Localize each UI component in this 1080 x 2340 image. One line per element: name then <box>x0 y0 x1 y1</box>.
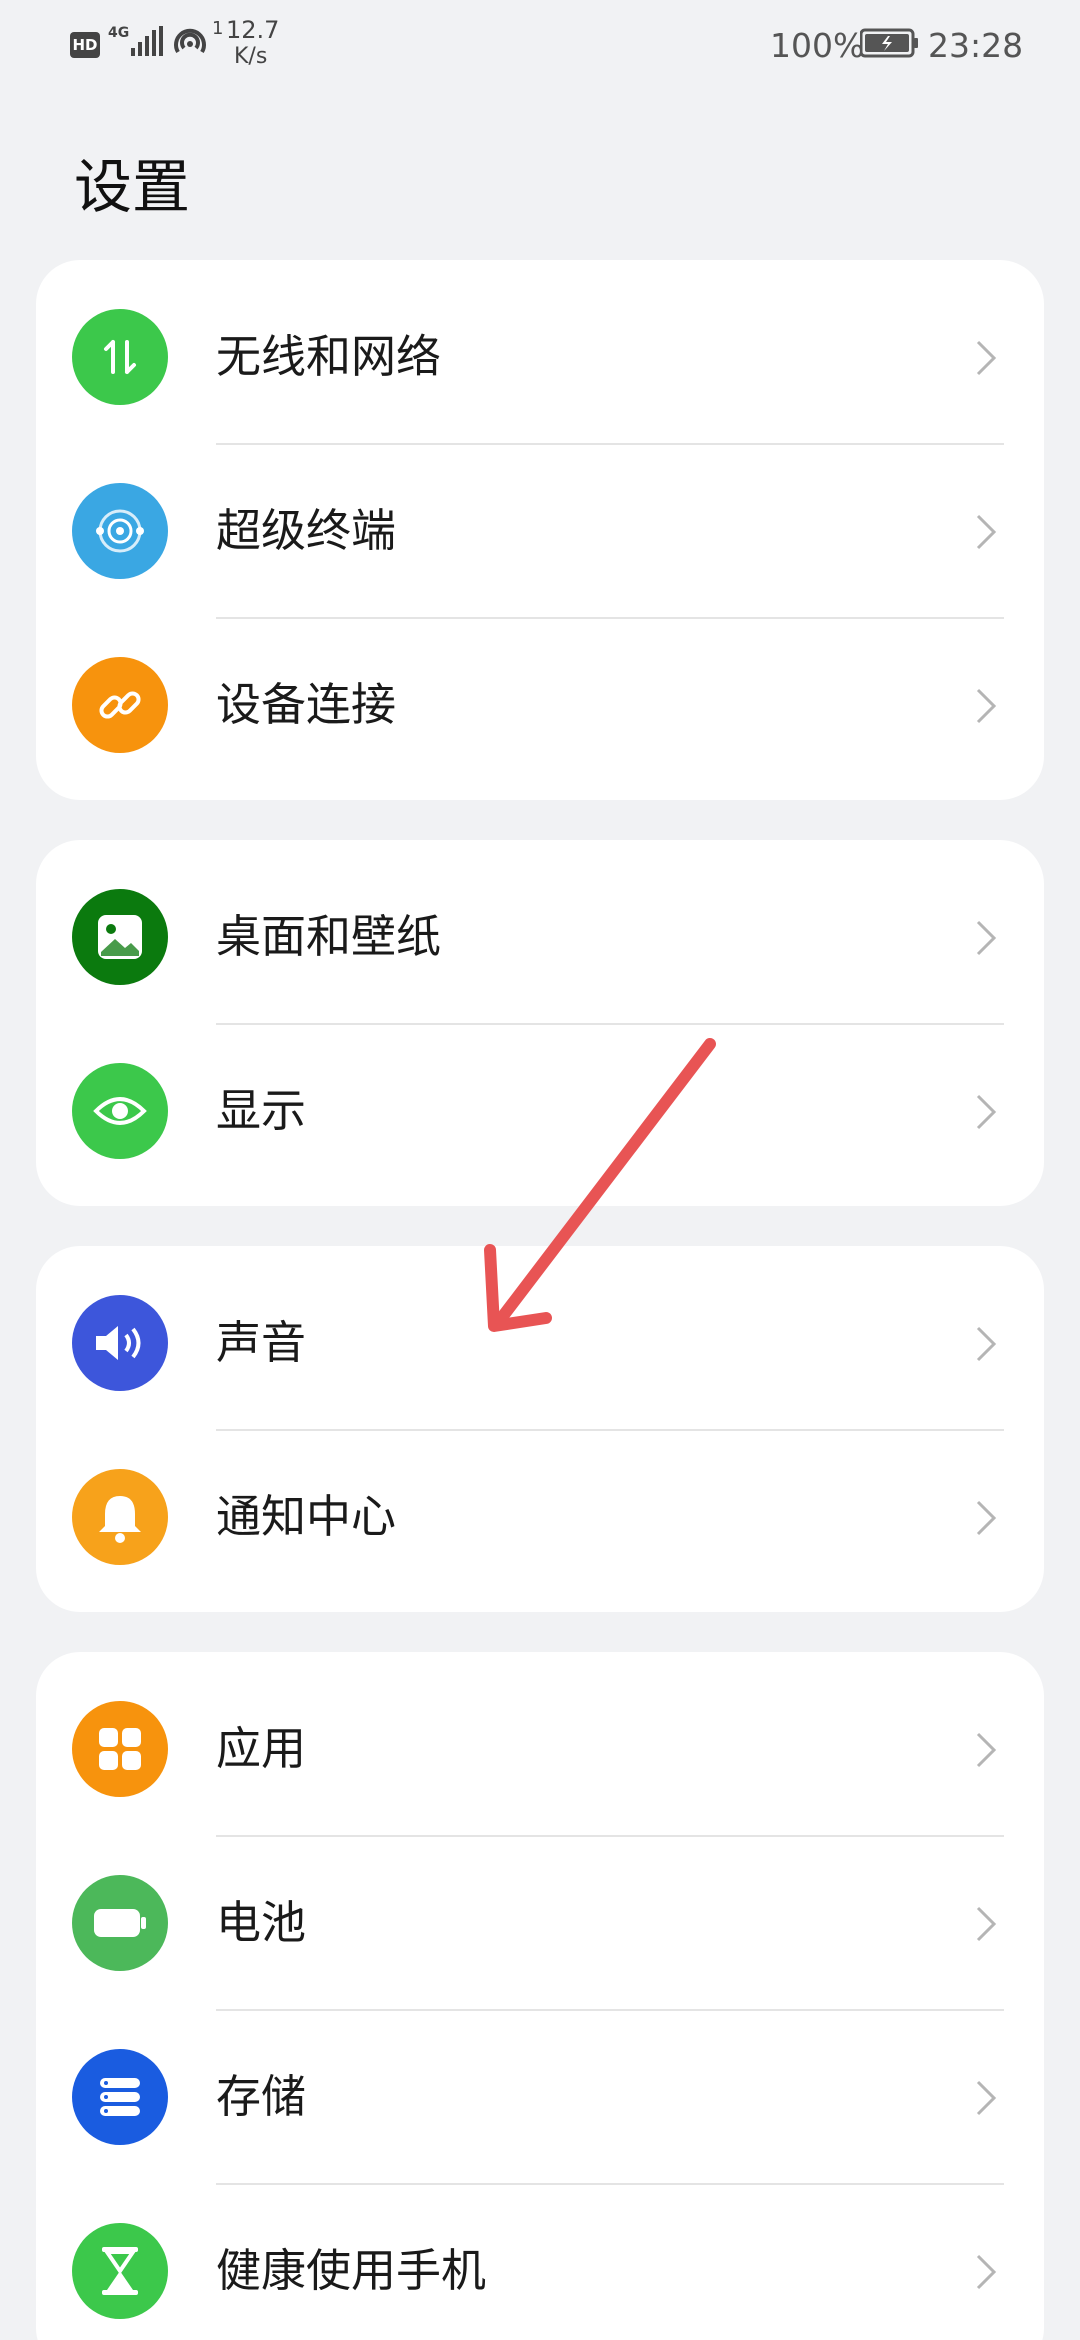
network-speed-unit: K/s <box>234 44 268 69</box>
signal-icon <box>131 26 163 56</box>
chevron-right-icon <box>976 1906 997 1942</box>
hotspot-icon <box>174 28 206 54</box>
chevron-right-icon <box>976 920 997 956</box>
network-type: 4G <box>108 25 130 41</box>
settings-item-apps[interactable]: 应用 <box>36 1662 1044 1835</box>
settings-item-label: 健康使用手机 <box>216 2244 487 2297</box>
settings-item-digital-balance[interactable]: 健康使用手机 <box>36 2184 1044 2340</box>
super-device-icon <box>72 483 168 579</box>
settings-item-label: 设备连接 <box>216 678 397 731</box>
battery-charging-icon <box>860 28 918 58</box>
chevron-right-icon <box>976 2080 997 2116</box>
settings-group-apps: 应用 电池 存储 健康使用手机 <box>36 1652 1044 2340</box>
speed-superscript: 1 <box>212 18 224 39</box>
settings-group-sound: 声音 通知中心 <box>36 1246 1044 1612</box>
settings-item-battery[interactable]: 电池 <box>36 1836 1044 2009</box>
settings-item-label: 显示 <box>216 1084 307 1137</box>
settings-group-connectivity: 无线和网络 超级终端 设备连接 <box>36 260 1044 800</box>
settings-item-storage[interactable]: 存储 <box>36 2010 1044 2183</box>
chevron-right-icon <box>976 1500 997 1536</box>
network-speed-value: 12.7 <box>226 16 280 44</box>
settings-item-super-device[interactable]: 超级终端 <box>36 444 1044 617</box>
link-icon <box>72 657 168 753</box>
status-bar: HD 4G 1 12.7 K/s 100% 23:28 <box>0 0 1080 90</box>
settings-item-label: 桌面和壁纸 <box>216 910 442 963</box>
settings-item-label: 电池 <box>216 1896 307 1949</box>
settings-item-wallpaper[interactable]: 桌面和壁纸 <box>36 850 1044 1023</box>
settings-screen: HD 4G 1 12.7 K/s 100% 23:28 设置 无线和网络 超级终… <box>0 0 1080 2340</box>
chevron-right-icon <box>976 1326 997 1362</box>
bell-icon <box>72 1469 168 1565</box>
settings-item-display[interactable]: 显示 <box>36 1024 1044 1197</box>
settings-item-sound[interactable]: 声音 <box>36 1256 1044 1429</box>
settings-item-notification-center[interactable]: 通知中心 <box>36 1430 1044 1603</box>
hourglass-icon <box>72 2223 168 2319</box>
battery-icon <box>72 1875 168 1971</box>
wireless-network-icon <box>72 309 168 405</box>
storage-icon <box>72 2049 168 2145</box>
clock: 23:28 <box>928 26 1024 65</box>
chevron-right-icon <box>976 2254 997 2290</box>
chevron-right-icon <box>976 688 997 724</box>
settings-item-label: 超级终端 <box>216 504 397 557</box>
chevron-right-icon <box>976 1094 997 1130</box>
settings-item-label: 应用 <box>216 1722 307 1775</box>
chevron-right-icon <box>976 514 997 550</box>
settings-item-label: 通知中心 <box>216 1490 397 1543</box>
settings-item-wireless-network[interactable]: 无线和网络 <box>36 270 1044 443</box>
speaker-icon <box>72 1295 168 1391</box>
wallpaper-icon <box>72 889 168 985</box>
hd-badge: HD <box>70 32 100 58</box>
settings-group-display: 桌面和壁纸 显示 <box>36 840 1044 1206</box>
apps-icon <box>72 1701 168 1797</box>
page-title: 设置 <box>74 153 191 221</box>
eye-icon <box>72 1063 168 1159</box>
settings-item-label: 存储 <box>216 2070 307 2123</box>
settings-item-label: 无线和网络 <box>216 330 442 383</box>
battery-percent: 100% <box>770 26 865 65</box>
chevron-right-icon <box>976 340 997 376</box>
settings-item-label: 声音 <box>216 1316 307 1369</box>
settings-item-device-connection[interactable]: 设备连接 <box>36 618 1044 791</box>
chevron-right-icon <box>976 1732 997 1768</box>
